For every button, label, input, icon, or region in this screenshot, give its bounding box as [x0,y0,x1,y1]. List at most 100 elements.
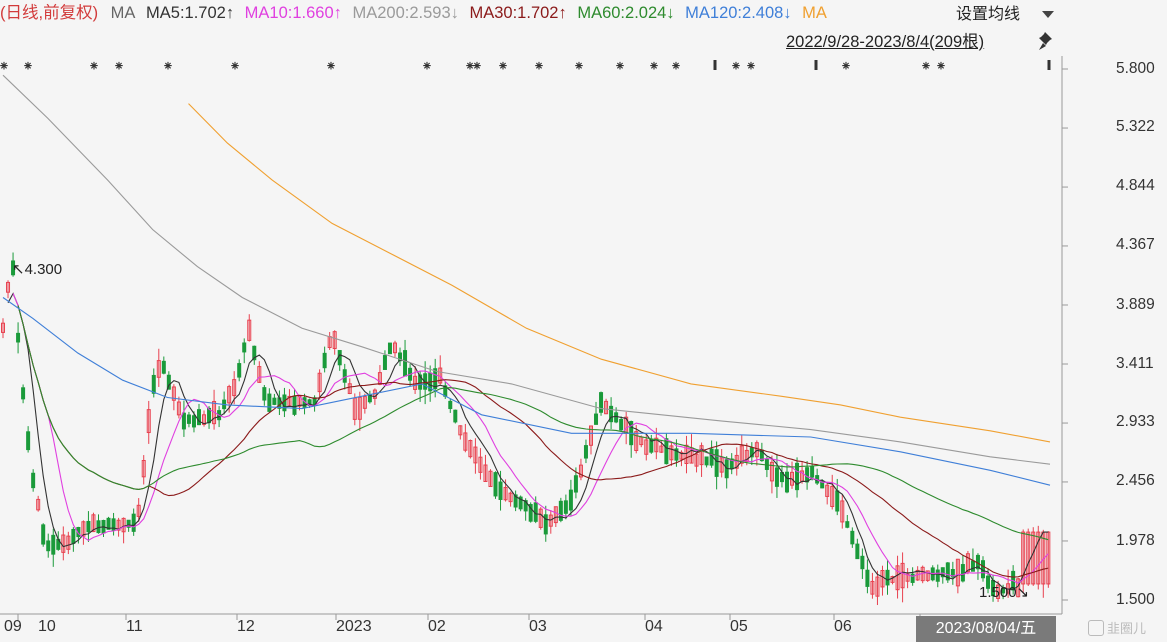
candle-down [714,449,719,477]
event-marker-icon: ⁕ [471,59,483,75]
legend-item-ma10: MA10:1.660↑ [244,4,342,22]
date-range-link[interactable]: 2022/9/28-2023/8/4(209根) [786,30,1032,54]
legend-title: (日线,前复权) [0,4,99,22]
legend-item-ma5: MA5:1.702↑ [146,4,235,22]
candle-down [282,394,287,412]
legend-item-ma200: MA200:2.593↓ [352,4,459,22]
low-price-annotation: 1.500↘ [979,584,1030,601]
chart-background [0,0,1167,642]
candle-down [664,438,669,465]
logo-icon [1088,620,1104,636]
candle-down [181,412,186,430]
candle-down [594,413,599,425]
x-tick-label: 05 [730,618,748,635]
candle-down [342,369,347,383]
event-marker-icon: ⁕ [88,59,100,75]
candlestick-chart[interactable]: ⁕⁕⁕⁕⁕⁕⁕⁕⁕⁕⁕⁕⁕⁕⁕⁕⁕⁕⁕⁕⁕ [0,0,1167,642]
candle-down [784,471,789,493]
y-tick-label: 4.844 [1116,177,1155,194]
candle-down [855,543,860,560]
candle-down [51,534,56,555]
ma-settings-label: 设置均线 [956,6,1021,23]
candle-down [845,521,850,528]
event-marker-icon: ⁕ [533,59,545,75]
candle-down [96,520,101,534]
x-tick-label: 11 [126,618,143,635]
candle-down [382,355,387,370]
candle-down [835,490,840,512]
y-tick-label: 4.367 [1116,236,1155,253]
y-tick-label: 5.322 [1116,118,1155,135]
candle-down [860,555,865,570]
candle-down [272,397,277,405]
candle-down [403,350,408,377]
candle-down [619,418,624,431]
candle-down [237,363,242,378]
event-marker-icon: ⁕ [162,59,174,75]
event-marker-bar-icon [1047,60,1051,70]
legend-item-ma120: MA120:2.408↓ [685,4,792,22]
candle-down [568,489,573,511]
ma-settings-button[interactable]: 设置均线 [946,0,1067,30]
candle-down [71,528,76,544]
candle-down [935,569,940,582]
y-tick-label: 3.411 [1116,355,1154,372]
kline-chart-window: ⁕⁕⁕⁕⁕⁕⁕⁕⁕⁕⁕⁕⁕⁕⁕⁕⁕⁕⁕⁕⁕ (日线,前复权) MA MA5:1.… [0,0,1167,642]
x-tick-label: 09 [4,618,22,635]
candle-down [448,400,453,410]
candle-down [186,414,191,424]
candle-down [810,465,815,478]
candle-down [151,374,156,394]
legend-item-ma250: MA [802,4,827,22]
candle-down [26,431,31,451]
event-marker-icon: ⁕ [614,59,626,75]
event-marker-icon: ⁕ [113,59,125,75]
candle-down [387,342,392,355]
x-tick-label: 12 [237,618,255,635]
event-marker-icon: ⁕ [229,59,241,75]
event-marker-icon: ⁕ [670,59,682,75]
candle-down [498,481,503,500]
candle-down [31,472,36,489]
event-marker-icon: ⁕ [573,59,585,75]
candle-down [322,352,327,369]
event-marker-icon: ⁕ [0,59,10,75]
cursor-date-badge: 2023/08/04/五 [916,616,1056,642]
event-marker-icon: ⁕ [840,59,852,75]
candle-down [21,387,26,400]
candle-down [337,350,342,366]
candle-down [262,387,267,401]
ma-legend: (日线,前复权) MA MA5:1.702↑ MA10:1.660↑ MA200… [0,0,946,26]
candle-down [614,412,619,423]
y-tick-label: 2.933 [1116,413,1155,430]
watermark: 韭圈儿 [1088,616,1167,642]
watermark-text: 韭圈儿 [1107,621,1147,636]
candle-down [453,409,458,423]
candle-down [191,415,196,428]
legend-item-ma60: MA60:2.024↓ [577,4,675,22]
candle-down [774,467,779,487]
candle-down [573,475,578,493]
event-marker-icon: ⁕ [421,59,433,75]
y-tick-label: 5.800 [1116,60,1155,77]
pin-icon[interactable] [1037,30,1059,52]
candle-down [970,560,975,572]
candle-down [704,456,709,466]
y-tick-label: 1.500 [1116,591,1155,608]
candle-down [885,569,890,586]
candle-down [267,393,272,412]
x-tick-label: 06 [834,618,852,635]
candle-down [292,395,297,415]
event-marker-icon: ⁕ [497,59,509,75]
candle-down [805,467,810,483]
candle-down [46,540,51,552]
x-tick-label: 02 [428,618,446,635]
legend-item-ma30: MA30:1.702↑ [469,4,567,22]
candle-down [196,409,201,426]
candle-down [563,500,568,514]
high-price-annotation: ↖4.300 [12,261,63,278]
legend-ma-label: MA [110,4,136,22]
event-marker-bar-icon [713,60,717,70]
candle-down [865,569,870,587]
x-tick-label: 2023 [336,618,372,635]
